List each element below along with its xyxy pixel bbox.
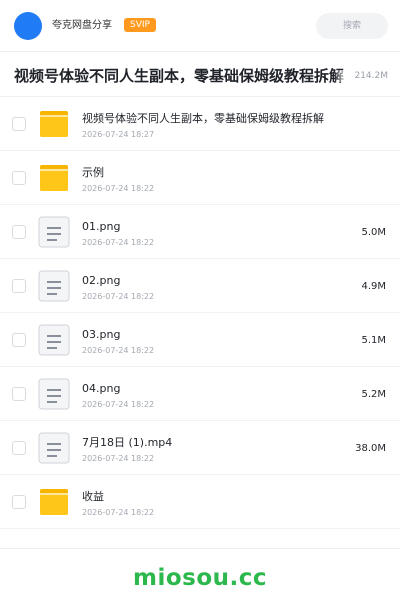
file-date: 2026-07-24 18:22 xyxy=(82,346,155,355)
list-item[interactable]: 04.png 2026-07-24 18:22 5.2M xyxy=(0,367,400,421)
file-icon xyxy=(38,324,70,356)
row-checkbox[interactable] xyxy=(12,279,26,293)
row-checkbox[interactable] xyxy=(12,495,26,509)
file-name: 04.png xyxy=(82,382,121,395)
file-size: 5.1M xyxy=(361,335,386,346)
file-icon xyxy=(38,378,70,410)
file-size: 5.2M xyxy=(361,389,386,400)
file-name: 示例 xyxy=(82,166,104,179)
page-title: 视频号体验不同人生副本，零基础保姆级教程拆解 xyxy=(14,67,345,85)
list-item[interactable]: 03.png 2026-07-24 18:22 5.1M xyxy=(0,313,400,367)
folder-title-bar: 视频号体验不同人生副本，零基础保姆级教程拆解 214.2M xyxy=(0,53,400,97)
header-bar: 夸克网盘分享 SVIP 搜索 xyxy=(0,0,400,52)
list-item[interactable]: 示例 2026-07-24 18:22 xyxy=(0,151,400,205)
file-list: 视频号体验不同人生副本，零基础保姆级教程拆解 2026-07-24 18:27 … xyxy=(0,97,400,529)
row-checkbox[interactable] xyxy=(12,171,26,185)
file-date: 2026-07-24 18:27 xyxy=(82,130,155,139)
file-name: 02.png xyxy=(82,274,121,287)
avatar[interactable] xyxy=(14,12,42,40)
file-date: 2026-07-24 18:22 xyxy=(82,454,155,463)
list-item[interactable]: 02.png 2026-07-24 18:22 4.9M xyxy=(0,259,400,313)
file-date: 2026-07-24 18:22 xyxy=(82,238,155,247)
search-input[interactable]: 搜索 xyxy=(316,13,388,39)
file-size: 38.0M xyxy=(355,443,386,454)
list-item[interactable]: 视频号体验不同人生副本，零基础保姆级教程拆解 2026-07-24 18:27 xyxy=(0,97,400,151)
folder-icon xyxy=(40,165,68,191)
row-checkbox[interactable] xyxy=(12,333,26,347)
file-date: 2026-07-24 18:22 xyxy=(82,508,155,517)
file-name: 7月18日 (1).mp4 xyxy=(82,436,173,449)
row-checkbox[interactable] xyxy=(12,225,26,239)
file-icon xyxy=(38,432,70,464)
row-checkbox[interactable] xyxy=(12,387,26,401)
file-date: 2026-07-24 18:22 xyxy=(82,292,155,301)
row-checkbox[interactable] xyxy=(12,117,26,131)
file-name: 视频号体验不同人生副本，零基础保姆级教程拆解 xyxy=(82,112,324,125)
file-icon xyxy=(38,216,70,248)
file-size: 5.0M xyxy=(361,227,386,238)
svip-badge: SVIP xyxy=(124,18,156,32)
file-name: 01.png xyxy=(82,220,121,233)
file-name: 03.png xyxy=(82,328,121,341)
file-date: 2026-07-24 18:22 xyxy=(82,184,155,193)
watermark: miosou.cc xyxy=(132,565,268,591)
list-item[interactable]: 收益 2026-07-24 18:22 xyxy=(0,475,400,529)
row-checkbox[interactable] xyxy=(12,441,26,455)
list-item[interactable]: 01.png 2026-07-24 18:22 5.0M xyxy=(0,205,400,259)
file-icon xyxy=(38,270,70,302)
list-item[interactable]: 7月18日 (1).mp4 2026-07-24 18:22 38.0M xyxy=(0,421,400,475)
file-size: 4.9M xyxy=(361,281,386,292)
share-owner-name: 夸克网盘分享 xyxy=(52,20,112,31)
file-name: 收益 xyxy=(82,490,104,503)
file-date: 2026-07-24 18:22 xyxy=(82,400,155,409)
folder-icon xyxy=(40,111,68,137)
folder-total-size: 214.2M xyxy=(334,70,388,82)
folder-icon xyxy=(40,489,68,515)
footer-divider xyxy=(0,548,400,549)
